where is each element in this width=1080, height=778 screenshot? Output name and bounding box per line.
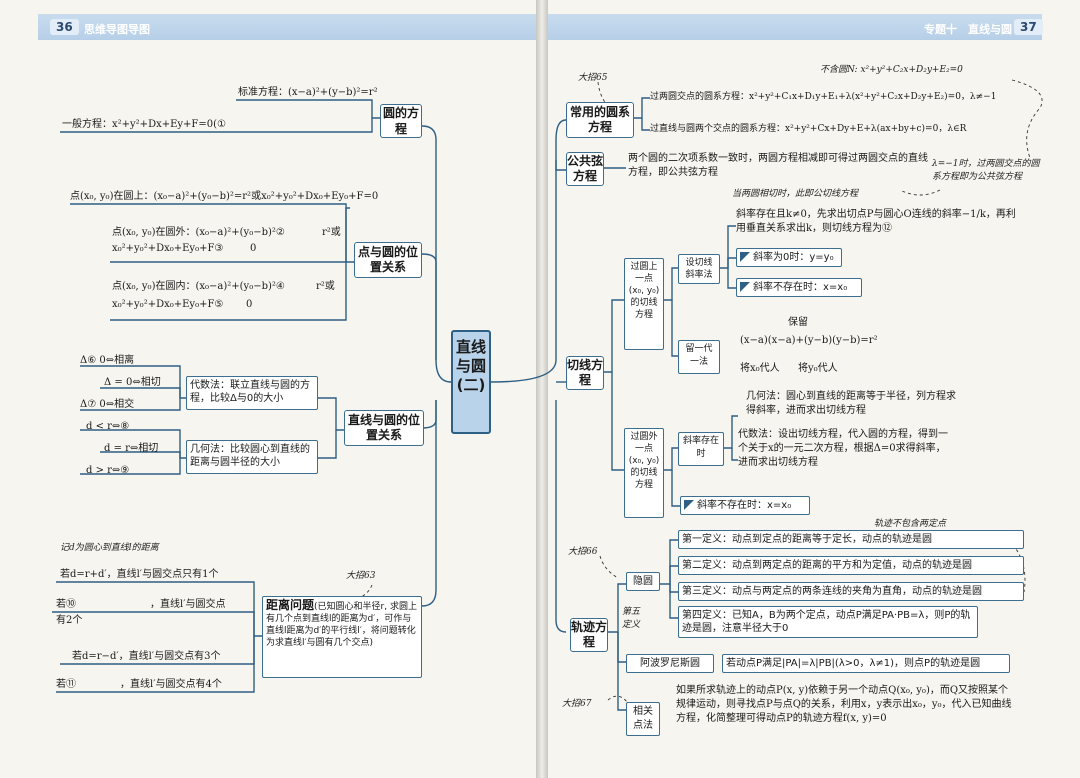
keep-x0: 将x₀代人 <box>740 363 780 374</box>
keep-y0: 将y₀代人 <box>798 363 838 374</box>
chord-body: 两个圆的二次项系数一致时，两圆方程相减即可得过两圆交点的直线方程，即公共弦方程 <box>628 153 928 178</box>
case-two-c: 有2个 <box>56 615 83 626</box>
point-inside-2: x₀²+y₀²+Dx₀+Ey₀+F⑤ <box>112 299 224 310</box>
tag-67: 大招67 <box>562 699 592 709</box>
distance-title: 距离问题 <box>266 598 315 612</box>
slope-zero: 斜率为0时：y=y₀ <box>736 248 842 267</box>
definition-2: 第二定义：动点到两定点的距离的平方和为定值，动点的轨迹是圆 <box>678 556 1024 575</box>
node-distance-problem: 距离问题(已知圆心和半径r, 求圆上有几个点到直线l的距离为d′，可作与直线l距… <box>262 596 422 678</box>
chord-note-lambda: λ=−1时，过两圆交点的圆系方程即为公共弦方程 <box>932 159 1040 182</box>
center-title: 直线与圆(二) <box>451 330 491 434</box>
node-circle-equation: 圆的方程 <box>380 104 422 138</box>
general-equation: 一般方程：x²+y²+Dx+Ey+F=0(① <box>62 119 226 130</box>
apollonius-circle: 阿波罗尼斯圆 <box>626 654 714 673</box>
keep-one-method: 留一代一法 <box>678 340 720 374</box>
geometry-tangent: 几何法：圆心到直线的距离等于半径，列方程求得斜率，进而求出切线方程 <box>746 391 956 416</box>
dr-greater: d > r⇔⑨ <box>86 465 130 476</box>
mindmap-spread: 36 思维导图导图 专题十 直线与圆 37 直线与圆(二) 圆的方程 标准方程：… <box>0 0 1080 778</box>
point-outside-1: 点(x₀, y₀)在圆外：(x₀−a)²+(y₀−b)²② <box>112 227 285 238</box>
case-one-point: 若d=r+d′，直线l′与圆交点只有1个 <box>60 569 219 580</box>
dr-less: d < r⇔⑧ <box>86 421 130 432</box>
keep-label: 保留 <box>788 317 808 328</box>
dr-equal: d = r⇔相切 <box>104 443 159 454</box>
definition-1: 第一定义：动点到定点的距离等于定长，动点的轨迹是圆 <box>678 530 1024 549</box>
tag-66: 大招66 <box>568 547 598 557</box>
distance-note: 记d为圆心到直线l的距离 <box>60 543 159 553</box>
locus-note: 轨迹不包含两定点 <box>874 519 947 529</box>
related-points-body: 如果所求轨迹上的动点P(x, y)依赖于另一个动点Q(x₀, y₀)，而Q又按照… <box>676 685 1012 724</box>
definition-4: 第四定义：已知A，B为两个定点，动点P满足PA·PB=λ，则P的轨迹是圆，注意半… <box>678 606 978 638</box>
case-three-points: 若d=r−d′，直线l′与圆交点有3个 <box>72 651 221 662</box>
node-line-circle: 直线与圆的位置关系 <box>344 410 424 446</box>
circle-system-two-circles: 过两圆交点的圆系方程：x²+y²+C₁x+D₁y+E₁+λ(x²+y²+C₂x+… <box>650 92 997 102</box>
delta-separate: Δ⑥ 0⇔相离 <box>80 355 135 366</box>
tag-65: 大招65 <box>578 73 608 83</box>
case-four-b: ，直线l′与圆交点有4个 <box>120 679 222 690</box>
point-outside-2b: 0 <box>250 243 257 254</box>
fifth-definition: 第五定义 <box>622 607 641 630</box>
chord-note-tangent: 当两圆相切时，此即公切线方程 <box>732 189 859 199</box>
apollonius-body: 若动点P满足|PA|=λ|PB|(λ>0，λ≠1)，则点P的轨迹是圆 <box>722 654 1010 673</box>
tangent-outside: 过圆外一点(x₀, y₀)的切线方程 <box>624 428 664 518</box>
case-four-a: 若⑪ <box>56 679 76 690</box>
slope-exists-outside: 斜率存在时 <box>678 432 724 466</box>
slope-method: 设切线斜率法 <box>678 254 720 284</box>
slope-none: 斜率不存在时：x=x₀ <box>736 278 862 297</box>
case-two-a: 若⑩ <box>56 599 76 610</box>
point-inside-1b: r²或 <box>316 281 335 292</box>
standard-equation: 标准方程：(x−a)²+(y−b)²=r² <box>238 87 378 98</box>
tangent-on-circle: 过圆上一点(x₀, y₀)的切线方程 <box>624 258 664 350</box>
case-two-b: ，直线l′与圆交点 <box>150 599 226 610</box>
algebra-method: 代数法：联立直线与圆的方程，比较Δ与0的大小 <box>186 376 318 410</box>
node-point-circle: 点与圆的位置关系 <box>354 242 422 278</box>
point-outside-2: x₀²+y₀²+Dx₀+Ey₀+F③ <box>112 243 224 254</box>
delta-tangent: Δ = 0⇔相切 <box>104 377 161 388</box>
point-inside-2b: 0 <box>246 299 253 310</box>
point-inside-1: 点(x₀, y₀)在圆内：(x₀−a)²+(y₀−b)²④ <box>112 281 285 292</box>
tag-63: 大招63 <box>346 571 376 581</box>
geometry-method: 几何法：比较圆心到直线的距离与圆半径的大小 <box>186 440 318 474</box>
slope-none-outside: 斜率不存在时：x=x₀ <box>680 496 810 515</box>
flag-icon <box>740 282 750 292</box>
slope-exists: 斜率存在且k≠0，先求出切点P与圆心O连线的斜率−1/k，再利用垂直关系求出k，… <box>736 209 1016 234</box>
algebra-tangent: 代数法：设出切线方程，代入圆的方程，得到一个关于x的一元二次方程，根据Δ=0求得… <box>738 429 948 468</box>
point-on-circle: 点(x₀, y₀)在圆上：(x₀−a)²+(y₀−b)²=r²或x₀²+y₀²+… <box>70 191 379 202</box>
point-outside-1b: r²或 <box>322 227 341 238</box>
hidden-circle: 隐圆 <box>626 572 660 591</box>
definition-3: 第三定义：动点与两定点的两条连线的夹角为直角，动点的轨迹是圆 <box>678 582 1024 601</box>
keep-formula: (x−a)(x−a)+(y−b)(y−b)=r² <box>740 335 878 346</box>
related-points: 相关点法 <box>626 702 660 736</box>
node-locus: 轨迹方程 <box>570 618 608 652</box>
node-common-chord: 公共弦方程 <box>566 152 604 186</box>
delta-intersect: Δ⑦ 0⇔相交 <box>80 399 135 410</box>
flag-icon <box>684 500 694 510</box>
center-title-text: 直线与圆(二) <box>455 338 486 394</box>
circle-n-note: 不含圆N: x²+y²+C₂x+D₂y+E₂=0 <box>820 65 963 75</box>
circle-system-line-circle: 过直线与圆两个交点的圆系方程：x²+y²+Cx+Dy+E+λ(ax+by+c)=… <box>650 124 967 134</box>
flag-icon <box>740 252 750 262</box>
node-common-circle: 常用的圆系方程 <box>566 102 634 138</box>
node-tangent: 切线方程 <box>566 356 604 390</box>
